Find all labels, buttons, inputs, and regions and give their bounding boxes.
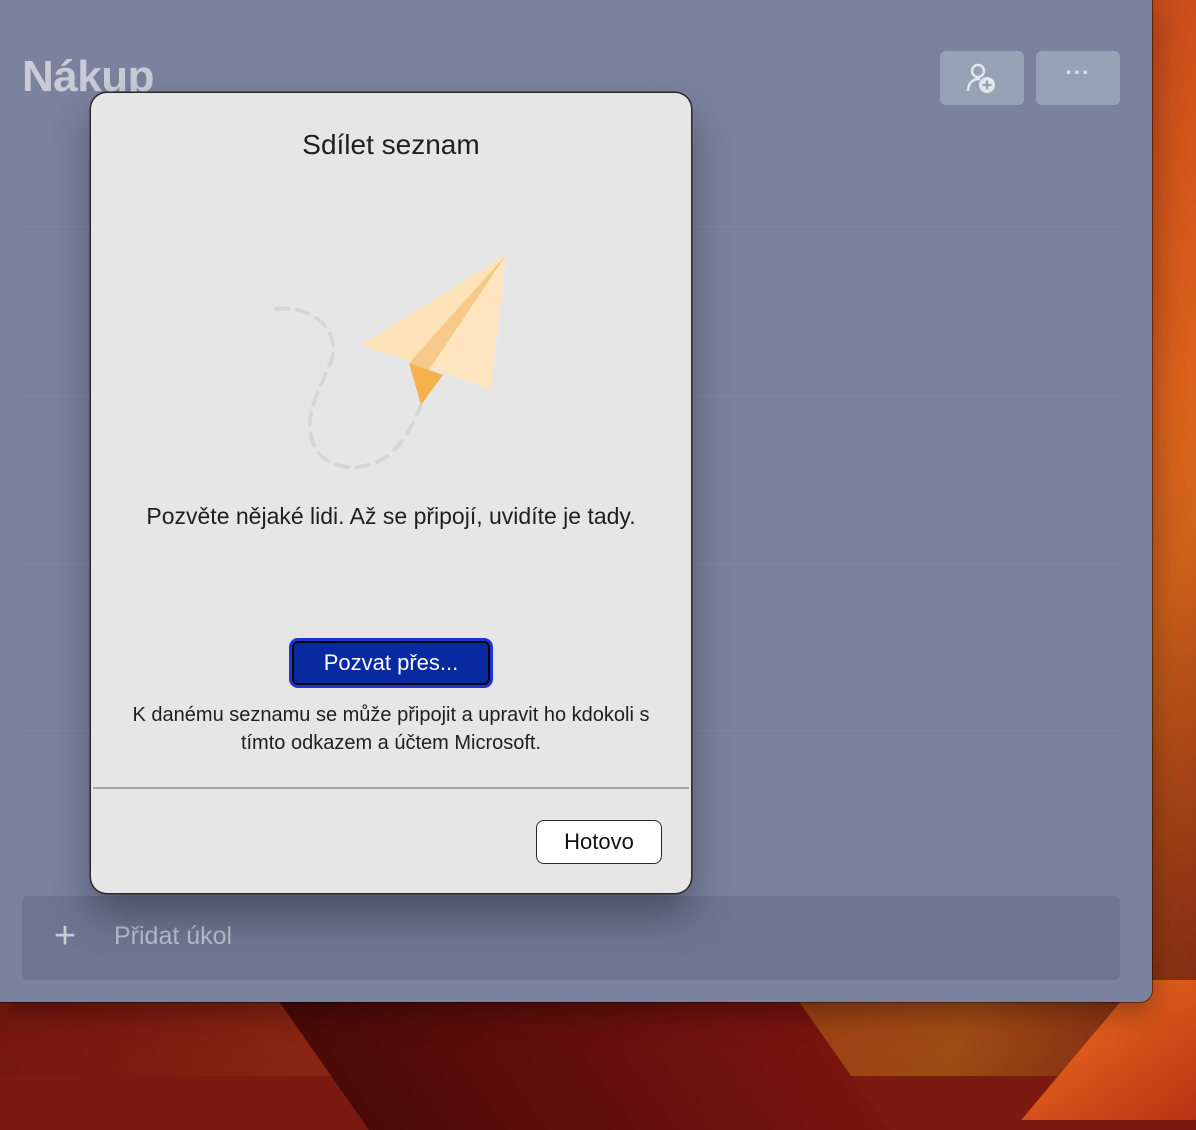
invite-message: Pozvěte nějaké lidi. Až se připojí, uvid… — [146, 503, 636, 529]
wallpaper-shape — [270, 990, 890, 1130]
invite-via-button[interactable]: Pozvat přes... — [289, 638, 493, 688]
share-list-button[interactable] — [940, 51, 1024, 105]
done-button[interactable]: Hotovo — [536, 820, 662, 864]
plus-icon[interactable]: + — [50, 917, 80, 955]
add-task-placeholder[interactable]: Přidat úkol — [114, 922, 232, 951]
paper-plane-icon — [274, 255, 506, 470]
person-add-icon — [966, 63, 995, 93]
more-dots-icon: ··· — [1065, 60, 1091, 85]
invite-note: K danému seznamu se může připojit a upra… — [132, 704, 650, 754]
more-options-button[interactable]: ··· — [1036, 51, 1120, 105]
dialog-separator — [93, 787, 689, 789]
share-list-dialog: Sdílet seznam Pozvěte nějaké lidi. Až se… — [91, 93, 691, 893]
